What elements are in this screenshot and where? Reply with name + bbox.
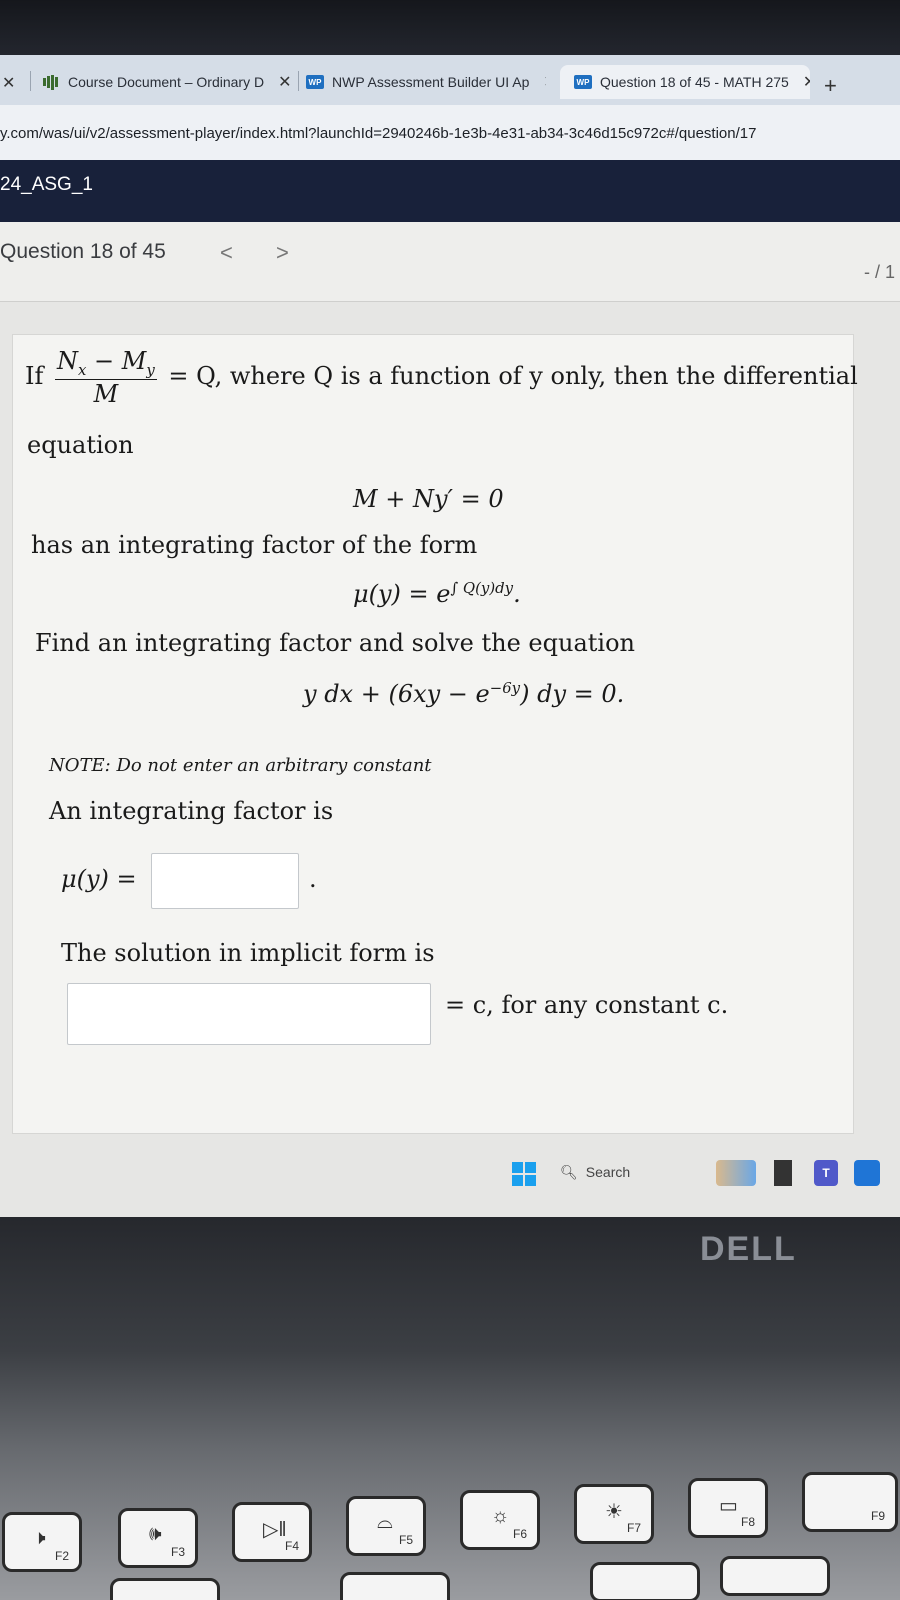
find-instruction: Find an integrating factor and solve the…	[35, 629, 635, 657]
windows-start-icon[interactable]	[512, 1162, 536, 1186]
tab-course-document[interactable]: Course Document – Ordinary D ✕	[42, 65, 292, 99]
differential-equation: M + Ny′ = 0	[353, 485, 504, 513]
new-tab-icon[interactable]: +	[824, 73, 837, 99]
question-nav: Question 18 of 45 < > - / 1	[0, 222, 900, 302]
wp-icon: WP	[574, 74, 592, 90]
tab-assessment-builder[interactable]: WP NWP Assessment Builder UI Ap ✕	[306, 65, 546, 99]
app-icon[interactable]	[774, 1160, 792, 1186]
backlight-icon: ⌓	[377, 1511, 393, 1533]
equation-word: equation	[27, 431, 134, 459]
chart-bars-icon	[42, 74, 60, 90]
score-indicator: - / 1	[864, 262, 896, 282]
key-number-row	[720, 1556, 830, 1596]
key-f5: ⌓ F5	[346, 1496, 426, 1556]
url-text[interactable]: y.com/was/ui/v2/assessment-player/index.…	[0, 125, 756, 142]
taskbar-search-label: Search	[585, 1164, 631, 1180]
tab-question-18[interactable]: WP Question 18 of 45 - MATH 275 ✕	[560, 65, 810, 99]
close-icon[interactable]: ✕	[2, 73, 15, 93]
course-header: 24_ASG_1	[0, 160, 900, 222]
key-f7: ☀ F7	[574, 1484, 654, 1544]
close-icon[interactable]: ✕	[278, 72, 291, 92]
fraction-nx-my-over-m: Nx − My M	[55, 347, 157, 408]
key-number-row	[110, 1578, 220, 1600]
integrating-factor-formula: μ(y) = e∫ Q(y)dy.	[353, 579, 521, 608]
browser-tab-strip: ✕ Course Document – Ordinary D ✕ WP NWP …	[0, 55, 900, 105]
next-question-button[interactable]: >	[276, 240, 289, 266]
teams-icon[interactable]: T	[814, 1160, 838, 1186]
solution-suffix: = c, for any constant c.	[445, 991, 729, 1019]
tab-separator	[30, 71, 31, 91]
target-equation: y dx + (6xy − e−6y) dy = 0.	[303, 679, 625, 708]
dell-logo: DELL	[700, 1230, 797, 1268]
screen-bezel	[0, 0, 900, 55]
close-icon[interactable]: ✕	[543, 72, 546, 92]
search-icon: 🔍︎	[560, 1163, 578, 1180]
key-f3: 🕪︎ F3	[118, 1508, 198, 1568]
key-f2: 🕨︎ F2	[2, 1512, 82, 1572]
mu-label: μ(y) =	[61, 865, 137, 893]
photos-icon[interactable]	[716, 1160, 756, 1186]
mail-icon[interactable]	[854, 1160, 880, 1186]
premise-if: If	[25, 361, 44, 390]
brightness-down-icon: ☼	[491, 1505, 510, 1527]
key-f6: ☼ F6	[460, 1490, 540, 1550]
speaker-icon: 🕨︎	[33, 1527, 46, 1549]
assessment-page: Question 18 of 45 < > - / 1 If Nx − My M…	[0, 222, 900, 1217]
tab-label: Course Document – Ordinary D	[68, 74, 265, 90]
question-counter: Question 18 of 45	[0, 240, 166, 263]
factor-prompt: An integrating factor is	[49, 797, 334, 825]
volume-up-icon: 🕪︎	[149, 1523, 162, 1545]
solution-answer-input[interactable]	[67, 983, 431, 1045]
windows-taskbar	[0, 1150, 900, 1200]
key-f8: ▭ F8	[688, 1478, 768, 1538]
note-text: NOTE: Do not enter an arbitrary constant	[49, 755, 432, 776]
tab-label: Question 18 of 45 - MATH 275	[600, 74, 789, 90]
solution-prompt: The solution in implicit form is	[61, 939, 435, 967]
previous-question-button[interactable]: <	[220, 240, 233, 266]
mu-answer-input[interactable]	[151, 853, 299, 909]
play-pause-icon: ▷‖	[263, 1519, 287, 1541]
period: .	[309, 865, 317, 893]
taskbar-search[interactable]: 🔍︎ Search	[546, 1156, 696, 1188]
tab-separator	[298, 71, 299, 91]
course-title: 24_ASG_1	[0, 174, 93, 195]
key-f4: ▷‖ F4	[232, 1502, 312, 1562]
address-bar[interactable]: y.com/was/ui/v2/assessment-player/index.…	[0, 105, 900, 160]
key-number-row	[590, 1562, 700, 1600]
wp-icon: WP	[306, 74, 324, 90]
question-card: If Nx − My M = Q, where Q is a function …	[12, 334, 858, 1134]
close-icon[interactable]: ✕	[803, 72, 810, 92]
display-icon: ▭	[719, 1495, 738, 1517]
key-f9: F9	[802, 1472, 898, 1532]
question-premise: If Nx − My M = Q, where Q is a function …	[25, 347, 858, 408]
integrating-factor-text: has an integrating factor of the form	[31, 531, 478, 559]
tab-label: NWP Assessment Builder UI Ap	[332, 74, 530, 90]
brightness-up-icon: ☀	[605, 1501, 623, 1523]
key-number-row	[340, 1572, 450, 1600]
premise-text: = Q, where Q is a function of y only, th…	[168, 361, 858, 390]
